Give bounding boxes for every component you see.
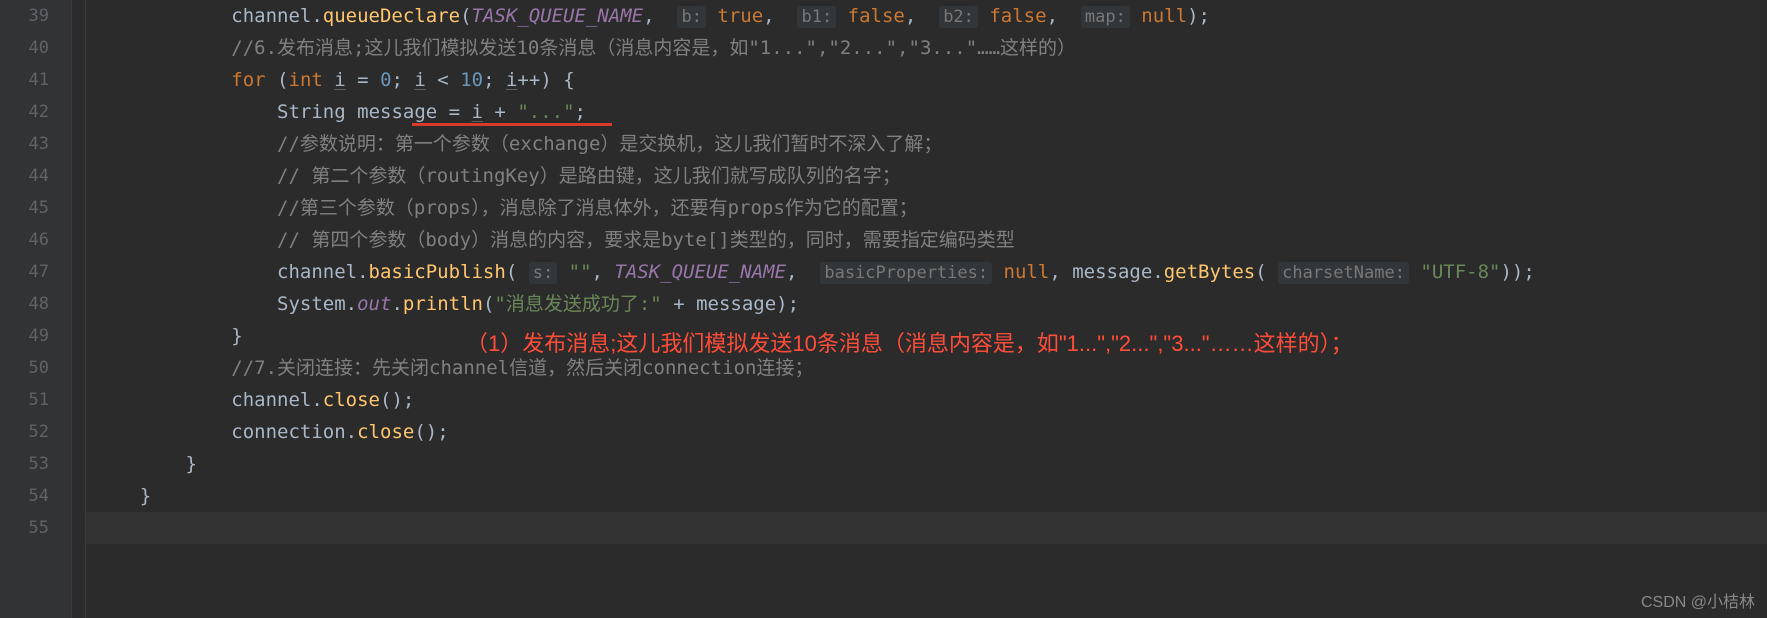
line-number[interactable]: 48 [0, 288, 71, 320]
code-line[interactable]: //参数说明：第一个参数（exchange）是交换机，这儿我们暂时不深入了解； [86, 128, 1767, 160]
code-line[interactable] [86, 512, 1767, 544]
line-number[interactable]: 46 [0, 224, 71, 256]
code-line[interactable]: connection.close(); [86, 416, 1767, 448]
code-line[interactable]: System.out.println("消息发送成功了:" + message)… [86, 288, 1767, 320]
line-number[interactable]: 51 [0, 384, 71, 416]
code-line[interactable]: channel.basicPublish( s: "", TASK_QUEUE_… [86, 256, 1767, 288]
code-line[interactable]: channel.close(); [86, 384, 1767, 416]
line-number[interactable]: 42 [0, 96, 71, 128]
code-text-area[interactable]: channel.queueDeclare(TASK_QUEUE_NAME, b:… [86, 0, 1767, 618]
line-number[interactable]: 44 [0, 160, 71, 192]
line-number[interactable]: 54 [0, 480, 71, 512]
line-number-gutter[interactable]: 39 40 41 42 43 44 45 46 47 48 49 50 51 5… [0, 0, 72, 618]
line-number[interactable]: 52 [0, 416, 71, 448]
code-line[interactable]: channel.queueDeclare(TASK_QUEUE_NAME, b:… [86, 0, 1767, 32]
code-line[interactable]: String message = i + "..."; [86, 96, 1767, 128]
line-number[interactable]: 55 [0, 512, 71, 544]
line-number[interactable]: 45 [0, 192, 71, 224]
code-line[interactable]: // 第二个参数（routingKey）是路由键，这儿我们就写成队列的名字； [86, 160, 1767, 192]
line-number[interactable]: 43 [0, 128, 71, 160]
fold-column[interactable] [72, 0, 86, 618]
line-number[interactable]: 39 [0, 0, 71, 32]
code-line[interactable]: for (int i = 0; i < 10; i++) { [86, 64, 1767, 96]
code-line[interactable]: } [86, 480, 1767, 512]
code-line[interactable]: // 第四个参数（body）消息的内容，要求是byte[]类型的，同时，需要指定… [86, 224, 1767, 256]
code-line[interactable]: //6.发布消息;这儿我们模拟发送10条消息（消息内容是，如"1...","2.… [86, 32, 1767, 64]
error-underline [412, 123, 612, 126]
line-number[interactable]: 41 [0, 64, 71, 96]
annotation-text: （1）发布消息;这儿我们模拟发送10条消息（消息内容是，如"1...","2..… [466, 326, 1353, 358]
line-number[interactable]: 40 [0, 32, 71, 64]
line-number[interactable]: 50 [0, 352, 71, 384]
line-number[interactable]: 49 [0, 320, 71, 352]
watermark-text: CSDN @小桔林 [1641, 588, 1755, 612]
code-line[interactable]: //第三个参数（props），消息除了消息体外，还要有props作为它的配置； [86, 192, 1767, 224]
line-number[interactable]: 53 [0, 448, 71, 480]
code-line[interactable]: } [86, 448, 1767, 480]
code-editor: 39 40 41 42 43 44 45 46 47 48 49 50 51 5… [0, 0, 1767, 618]
line-number[interactable]: 47 [0, 256, 71, 288]
